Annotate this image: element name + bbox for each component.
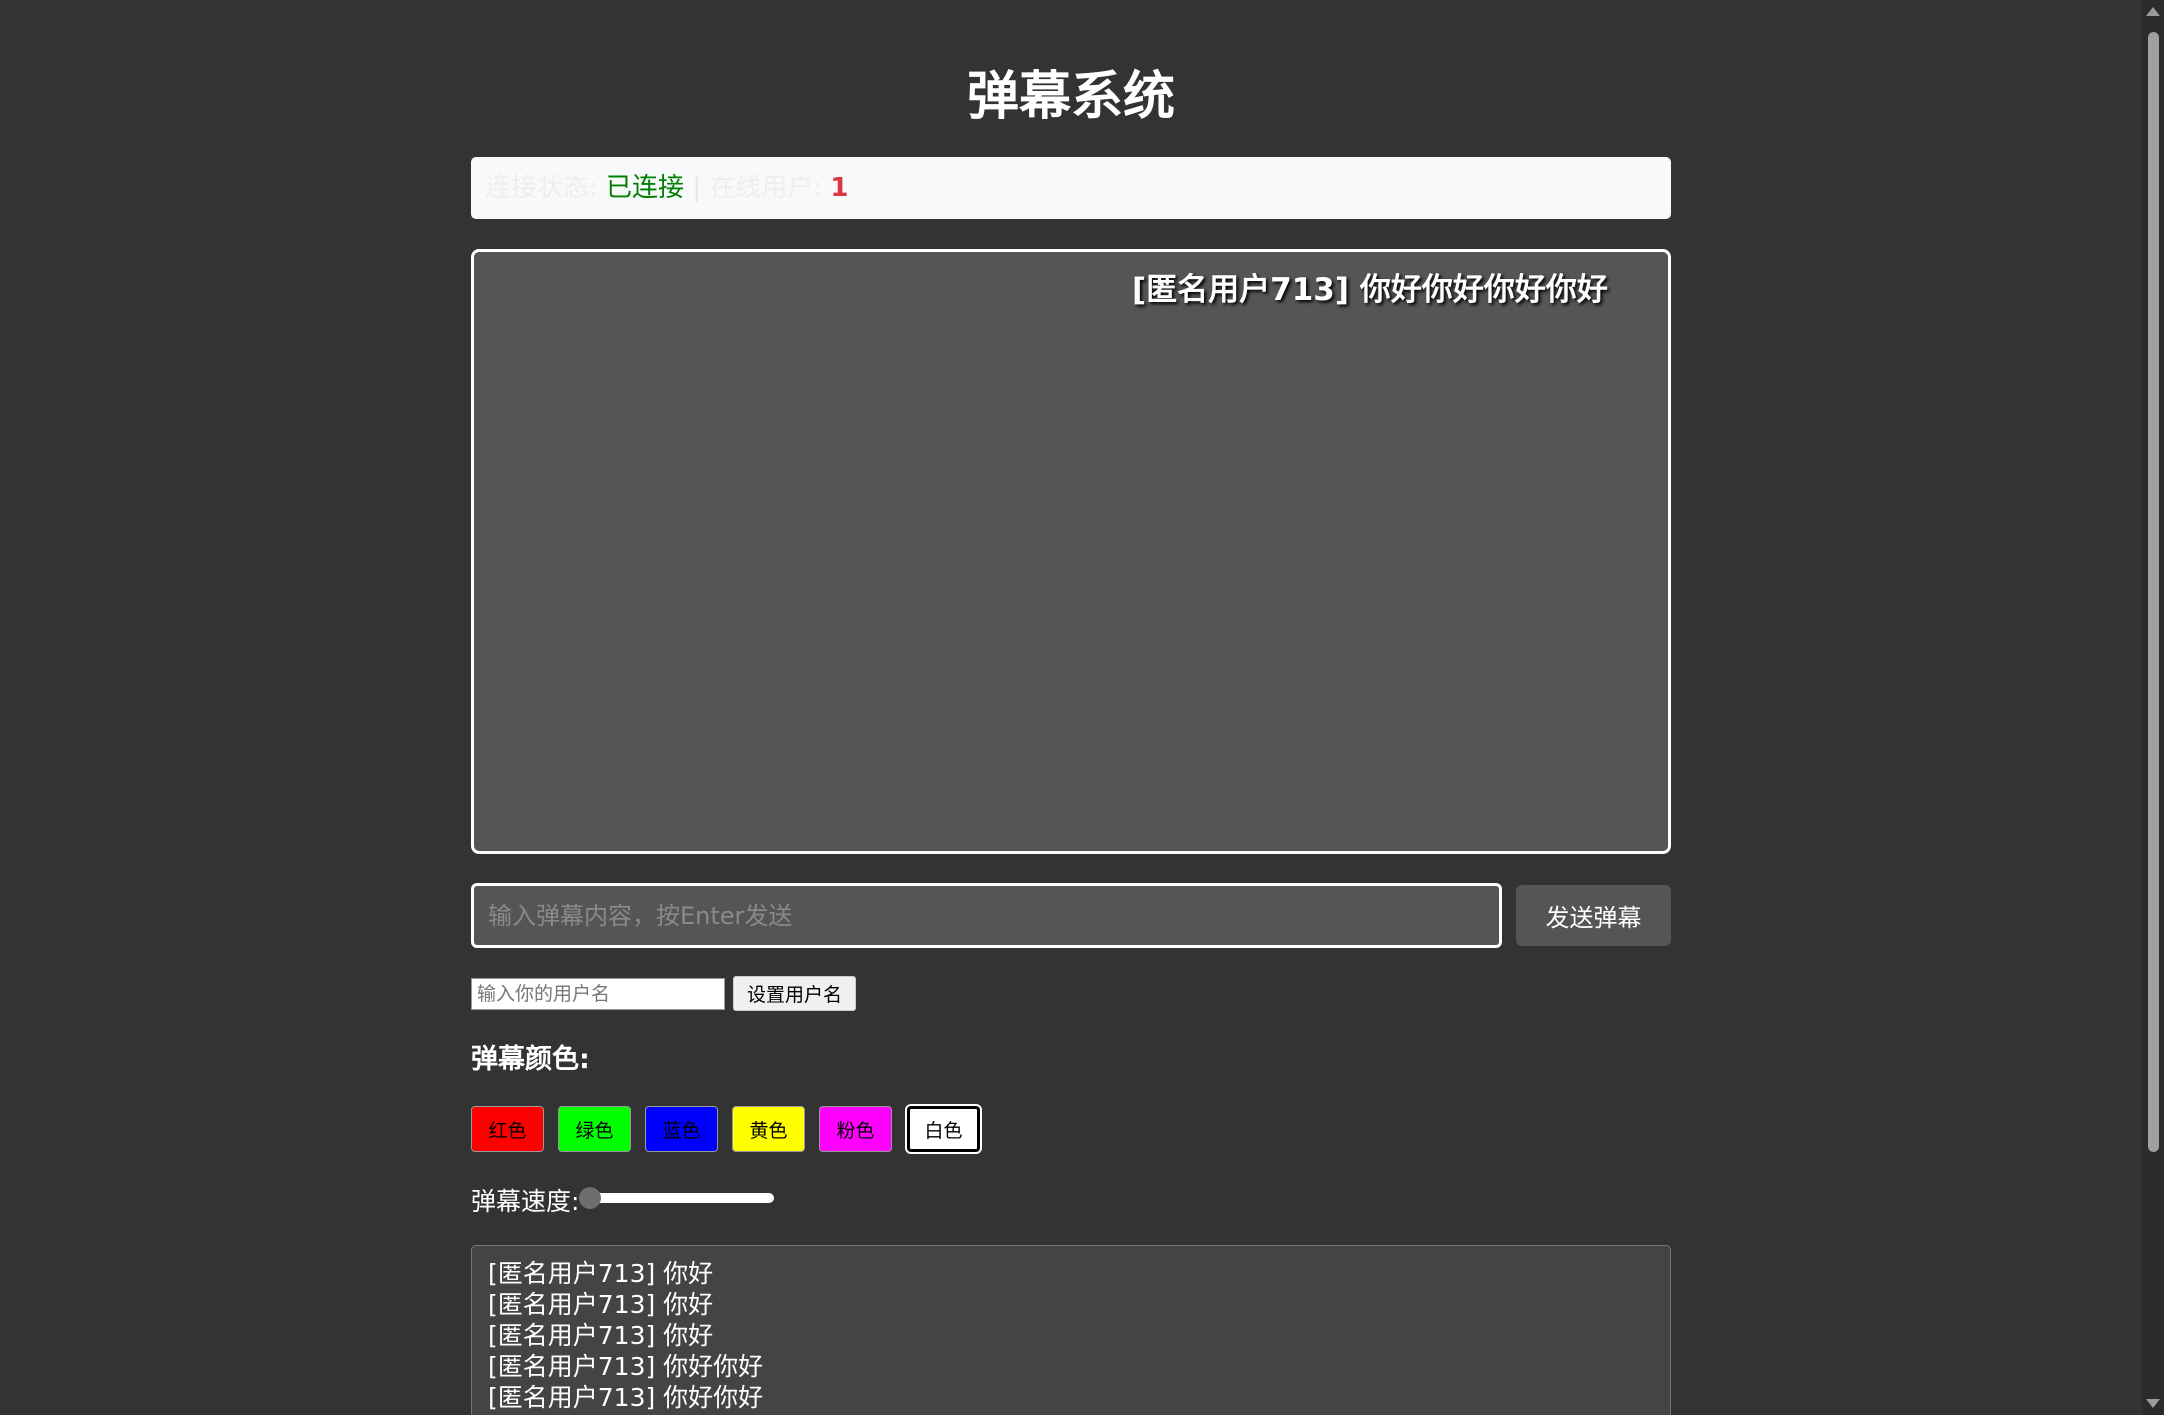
speed-control: 弹幕速度: — [471, 1180, 871, 1224]
page: 弹幕系统 连接状态: 已连接 | 在线用户: 1 [匿名用户713] 你好你好你… — [0, 0, 2164, 1415]
color-option-green[interactable]: 绿色 — [558, 1106, 631, 1152]
danmaku-message-input[interactable] — [471, 883, 1502, 948]
danmaku-stage: [匿名用户713] 你好你好你好你好 — [471, 249, 1671, 854]
connection-status-value: 已连接 — [606, 173, 685, 203]
history-item: [匿名用户713] 你好你好 — [488, 1352, 764, 1381]
history-item: [匿名用户713] 你好 — [488, 1290, 714, 1319]
color-option-red[interactable]: 红色 — [471, 1106, 544, 1152]
speed-slider-thumb[interactable] — [579, 1187, 601, 1209]
status-bar: 连接状态: 已连接 | 在线用户: 1 — [471, 157, 1671, 219]
history-item: [匿名用户713] 你好 — [488, 1259, 714, 1288]
scrollbar-thumb[interactable] — [2148, 32, 2159, 1152]
scroll-down-arrow-icon[interactable] — [2146, 1399, 2160, 1408]
speed-label: 弹幕速度: — [471, 1187, 580, 1216]
color-picker-label: 弹幕颜色: — [471, 1044, 590, 1075]
color-option-yellow[interactable]: 黄色 — [732, 1106, 805, 1152]
online-users-label: 在线用户: — [709, 173, 823, 203]
color-option-pink[interactable]: 粉色 — [819, 1106, 892, 1152]
speed-slider[interactable] — [579, 1187, 774, 1209]
danmaku-item: [匿名用户713] 你好你好你好你好 — [1132, 272, 1608, 308]
history-item: [匿名用户713] 你好 — [488, 1321, 714, 1350]
username-input[interactable] — [471, 978, 725, 1010]
history-item: [匿名用户713] 你好你好 — [488, 1383, 764, 1412]
online-users-count: 1 — [830, 173, 849, 203]
scroll-up-arrow-icon[interactable] — [2146, 7, 2160, 16]
status-separator: | — [692, 173, 702, 203]
danmaku-history: [匿名用户713] 你好 [匿名用户713] 你好 [匿名用户713] 你好 [… — [471, 1245, 1671, 1415]
connection-status-label: 连接状态: — [485, 173, 598, 203]
send-danmaku-button[interactable]: 发送弹幕 — [1516, 885, 1671, 946]
page-scrollbar[interactable] — [2142, 0, 2164, 1415]
color-option-blue[interactable]: 蓝色 — [645, 1106, 718, 1152]
page-title: 弹幕系统 — [966, 67, 1175, 127]
set-username-button[interactable]: 设置用户名 — [733, 976, 856, 1011]
color-option-white[interactable]: 白色 — [907, 1106, 980, 1152]
